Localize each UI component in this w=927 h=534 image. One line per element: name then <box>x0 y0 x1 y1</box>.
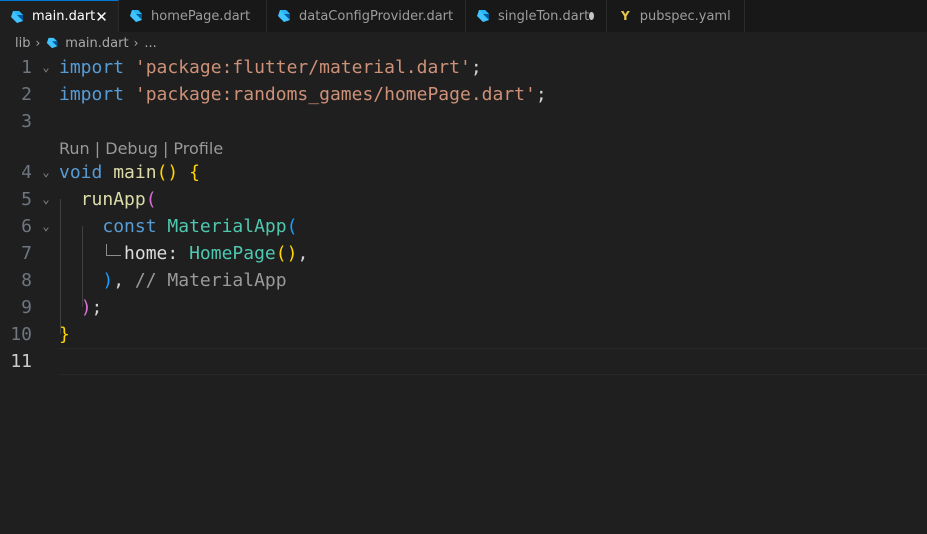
code-text: } <box>59 321 70 348</box>
token: home <box>124 243 168 264</box>
token: // MaterialApp <box>134 270 287 291</box>
code-line[interactable]: 6 ⌄ const MaterialApp( <box>0 213 927 240</box>
dart-icon <box>11 10 23 23</box>
dart-icon <box>47 37 58 49</box>
code-line[interactable]: 1 ⌄ import 'package:flutter/material.dar… <box>0 54 927 81</box>
code-text: void main() { <box>59 159 200 186</box>
code-line[interactable]: 3 <box>0 108 927 135</box>
chevron-right-icon: › <box>35 36 41 50</box>
tab-label: dataConfigProvider.dart <box>299 8 454 24</box>
dart-icon <box>278 10 290 22</box>
token: main <box>113 162 157 183</box>
token: void <box>59 162 103 183</box>
token: () <box>275 243 298 264</box>
token: { <box>189 162 200 183</box>
code-line[interactable]: 4 ⌄ void main() { <box>0 159 927 186</box>
token: ; <box>535 84 547 105</box>
token: () <box>156 162 179 183</box>
token: const <box>102 216 157 237</box>
token: ) <box>102 270 114 291</box>
code-editor[interactable]: 1 ⌄ import 'package:flutter/material.dar… <box>0 54 927 534</box>
token: runApp <box>80 189 146 210</box>
tab-label: main.dart <box>32 9 96 24</box>
token: 'package:flutter/material.dart' <box>134 57 471 78</box>
line-number: 8 <box>21 270 32 291</box>
code-line[interactable]: 5 ⌄ runApp( <box>0 186 927 213</box>
code-line-current[interactable]: 11 <box>0 348 927 375</box>
code-text: runApp( <box>59 186 157 213</box>
line-number: 6 <box>21 216 32 237</box>
token: } <box>59 324 70 345</box>
token: ( <box>286 216 298 237</box>
dart-icon <box>130 10 142 22</box>
editor-tab-bar: main.dart ✕ homePage.dart dataConfigProv… <box>0 0 927 32</box>
tab-label: homePage.dart <box>151 8 251 24</box>
token: , <box>297 243 309 264</box>
token: : <box>167 243 179 264</box>
line-number: 11 <box>10 351 32 372</box>
line-number: 1 <box>21 57 32 78</box>
fold-chevron-icon[interactable]: ⌄ <box>39 159 53 186</box>
code-line[interactable]: 7 home: HomePage(), <box>0 240 927 267</box>
tab-homepage-dart[interactable]: homePage.dart <box>119 0 267 32</box>
line-number: 3 <box>21 111 32 132</box>
fold-chevron-icon[interactable]: ⌄ <box>39 54 53 81</box>
tab-singleton-dart[interactable]: singleTon.dart <box>466 0 607 32</box>
code-text: ), // MaterialApp <box>59 267 287 294</box>
codelens-run-debug-profile[interactable]: Run | Debug | Profile <box>59 135 223 162</box>
line-number: 9 <box>21 297 32 318</box>
token: ; <box>470 57 482 78</box>
code-text: import 'package:flutter/material.dart'; <box>59 54 482 81</box>
dart-icon <box>477 10 489 22</box>
line-number: 4 <box>21 162 32 183</box>
fold-chevron-icon[interactable]: ⌄ <box>39 213 53 240</box>
code-text: ); <box>59 294 103 321</box>
line-number: 2 <box>21 84 32 105</box>
token: , <box>113 270 125 291</box>
code-line[interactable]: 10 } <box>0 321 927 348</box>
token: ; <box>91 297 103 318</box>
token: MaterialApp <box>167 216 287 237</box>
tab-label: pubspec.yaml <box>639 8 731 24</box>
token: ( <box>145 189 157 210</box>
tab-dataconfigprovider-dart[interactable]: dataConfigProvider.dart <box>267 0 466 32</box>
token: ) <box>80 297 92 318</box>
yaml-icon: Y <box>621 9 630 23</box>
token: HomePage <box>189 243 276 264</box>
chevron-right-icon: › <box>133 36 139 50</box>
code-text: import 'package:randoms_games/homePage.d… <box>59 81 547 108</box>
breadcrumb-more[interactable]: ... <box>144 36 156 51</box>
breadcrumb-folder[interactable]: lib <box>15 36 30 51</box>
breadcrumb: lib › main.dart › ... <box>0 32 927 54</box>
code-line[interactable]: 9 ); <box>0 294 927 321</box>
fold-chevron-icon[interactable]: ⌄ <box>39 186 53 213</box>
code-text: home: HomePage(), <box>59 240 308 267</box>
current-line-highlight <box>59 348 927 375</box>
token: import <box>59 57 125 78</box>
breadcrumb-file[interactable]: main.dart <box>65 36 128 51</box>
tab-main-dart[interactable]: main.dart ✕ <box>0 0 119 32</box>
line-number: 7 <box>21 243 32 264</box>
close-icon[interactable]: ✕ <box>95 8 108 26</box>
tab-label: singleTon.dart <box>498 8 590 24</box>
code-line[interactable]: 8 ), // MaterialApp <box>0 267 927 294</box>
unsaved-dot-icon[interactable] <box>589 12 594 20</box>
line-number: 10 <box>10 324 32 345</box>
code-text: const MaterialApp( <box>59 213 297 240</box>
line-number: 5 <box>21 189 32 210</box>
code-line[interactable]: 2 import 'package:randoms_games/homePage… <box>0 81 927 108</box>
token: 'package:randoms_games/homePage.dart' <box>134 84 536 105</box>
token: import <box>59 84 125 105</box>
tab-pubspec-yaml[interactable]: Y pubspec.yaml <box>607 0 745 32</box>
